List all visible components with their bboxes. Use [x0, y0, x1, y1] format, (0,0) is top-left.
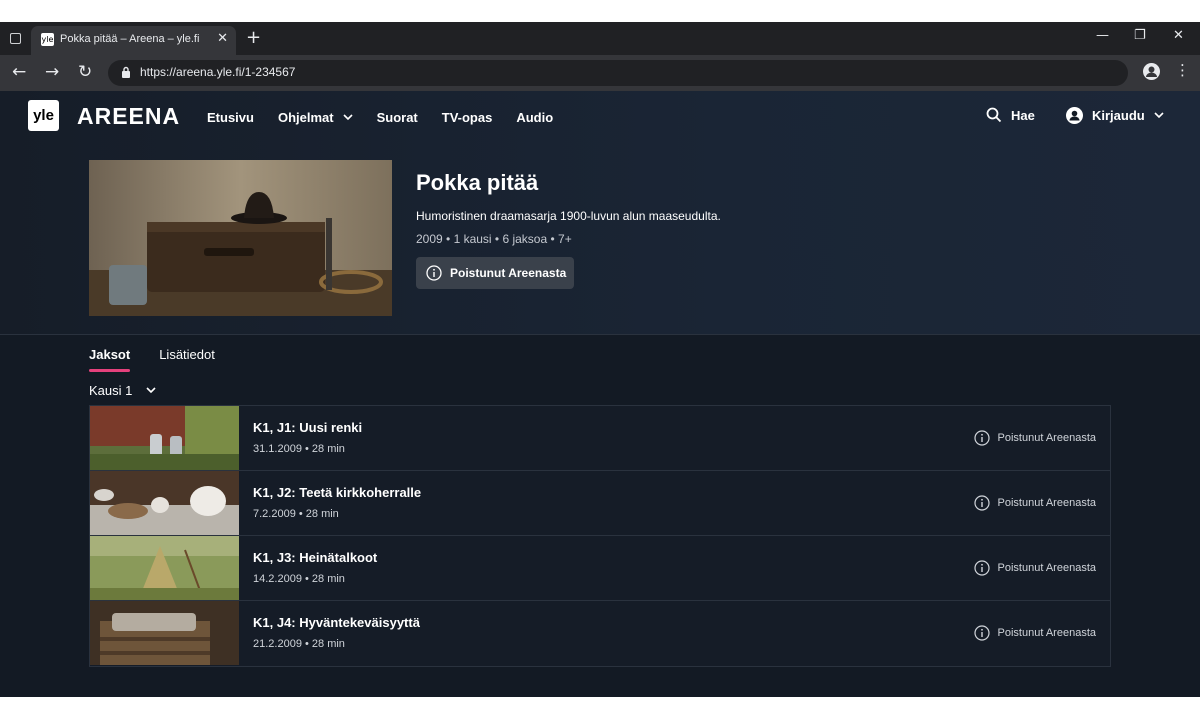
episode-status-label: Poistunut Areenasta [997, 562, 1096, 574]
show-meta: 2009 • 1 kausi • 6 jaksoa • 7+ [416, 232, 572, 246]
restore-icon[interactable]: ❐ [1134, 28, 1146, 43]
window-menu-icon[interactable] [10, 33, 21, 44]
tab-bar: yle Pokka pitää – Areena – yle.fi ✕ + — … [0, 22, 1200, 55]
availability-status-label: Poistunut Areenasta [450, 266, 567, 280]
user-icon [1066, 107, 1083, 124]
episode-status: Poistunut Areenasta [973, 430, 1096, 446]
episode-thumbnail [90, 406, 239, 470]
info-icon [426, 265, 442, 281]
info-icon [973, 560, 990, 576]
episode-status-label: Poistunut Areenasta [997, 627, 1096, 639]
chevron-down-icon [343, 114, 353, 121]
lock-icon [122, 66, 130, 78]
close-window-icon[interactable]: ✕ [1173, 28, 1184, 43]
areena-brand[interactable]: AREENA [77, 103, 180, 130]
show-hero-image [89, 160, 392, 316]
close-tab-icon[interactable]: ✕ [217, 31, 228, 46]
info-icon [973, 625, 990, 641]
episode-row[interactable]: K1, J1: Uusi renki 31.1.2009 • 28 min Po… [90, 406, 1110, 471]
episode-meta: 21.2.2009 • 28 min [253, 638, 345, 650]
forward-arrow-icon[interactable]: → [45, 62, 59, 82]
episode-row[interactable]: K1, J3: Heinätalkoot 14.2.2009 • 28 min … [90, 536, 1110, 601]
nav-item-ohjelmat-label: Ohjelmat [277, 110, 334, 125]
tab-jaksot[interactable]: Jaksot [89, 347, 131, 372]
site-header: yle AREENA Etusivu Ohjelmat Suorat TV-op… [0, 91, 1200, 143]
new-tab-icon[interactable]: + [246, 27, 261, 48]
page-content: yle AREENA Etusivu Ohjelmat Suorat TV-op… [0, 91, 1200, 697]
browser-menu-icon[interactable]: ⋮ [1175, 61, 1190, 79]
tab-lisatiedot[interactable]: Lisätiedot [159, 347, 215, 372]
nav-item-tv-opas[interactable]: TV-opas [442, 110, 493, 125]
chevron-down-icon [1154, 112, 1164, 119]
show-title: Pokka pitää [416, 170, 539, 195]
episode-meta: 7.2.2009 • 28 min [253, 508, 339, 520]
episode-meta: 14.2.2009 • 28 min [253, 573, 345, 585]
url-text: https://areena.yle.fi/1-234567 [140, 65, 296, 79]
nav-item-ohjelmat[interactable]: Ohjelmat [278, 110, 353, 125]
episode-thumbnail [90, 471, 239, 535]
login-label: Kirjaudu [1092, 108, 1145, 123]
season-selector[interactable]: Kausi 1 [89, 383, 156, 398]
chevron-down-icon [146, 387, 156, 394]
episode-thumbnail [90, 601, 239, 665]
browser-toolbar: ← → ↻ https://areena.yle.fi/1-234567 ⋮ [0, 55, 1200, 91]
episode-row[interactable]: K1, J2: Teetä kirkkoherralle 7.2.2009 • … [90, 471, 1110, 536]
profile-avatar-icon[interactable] [1143, 63, 1160, 80]
login-button[interactable]: Kirjaudu [1066, 107, 1164, 124]
episode-status-label: Poistunut Areenasta [997, 497, 1096, 509]
episode-status: Poistunut Areenasta [973, 560, 1096, 576]
address-bar[interactable]: https://areena.yle.fi/1-234567 [108, 60, 1128, 86]
search-label: Hae [1011, 107, 1035, 123]
section-divider [0, 334, 1200, 335]
episode-title: K1, J2: Teetä kirkkoherralle [253, 485, 422, 500]
back-arrow-icon[interactable]: ← [12, 62, 26, 82]
browser-window: yle Pokka pitää – Areena – yle.fi ✕ + — … [0, 22, 1200, 697]
yle-favicon-icon: yle [41, 33, 54, 46]
episode-title: K1, J3: Heinätalkoot [253, 550, 378, 565]
nav-item-suorat[interactable]: Suorat [377, 110, 418, 125]
episode-row[interactable]: K1, J4: Hyväntekeväisyyttä 21.2.2009 • 2… [90, 601, 1110, 666]
episode-status-label: Poistunut Areenasta [997, 432, 1096, 444]
episode-status: Poistunut Areenasta [973, 495, 1096, 511]
nav-item-audio[interactable]: Audio [516, 110, 553, 125]
episode-title: K1, J4: Hyväntekeväisyyttä [253, 615, 420, 630]
show-description: Humoristinen draamasarja 1900-luvun alun… [416, 209, 721, 223]
search-icon [986, 107, 1002, 123]
info-icon [973, 430, 990, 446]
main-nav: Etusivu Ohjelmat Suorat TV-opas Audio [207, 110, 577, 125]
info-icon [973, 495, 990, 511]
yle-logo[interactable]: yle [28, 100, 59, 131]
episode-thumbnail [90, 536, 239, 600]
reload-icon[interactable]: ↻ [78, 62, 92, 82]
episode-title: K1, J1: Uusi renki [253, 420, 363, 435]
season-label: Kausi 1 [89, 383, 133, 398]
browser-tab[interactable]: yle Pokka pitää – Areena – yle.fi ✕ [31, 26, 236, 55]
content-tabs: Jaksot Lisätiedot [89, 347, 244, 372]
tab-title: Pokka pitää – Areena – yle.fi [60, 33, 200, 45]
availability-status-button[interactable]: Poistunut Areenasta [416, 257, 574, 289]
episode-meta: 31.1.2009 • 28 min [253, 443, 345, 455]
minimize-icon[interactable]: — [1096, 28, 1109, 43]
episode-list: K1, J1: Uusi renki 31.1.2009 • 28 min Po… [89, 405, 1111, 667]
nav-item-etusivu[interactable]: Etusivu [207, 110, 254, 125]
search-button[interactable]: Hae [986, 107, 1035, 123]
episode-status: Poistunut Areenasta [973, 625, 1096, 641]
